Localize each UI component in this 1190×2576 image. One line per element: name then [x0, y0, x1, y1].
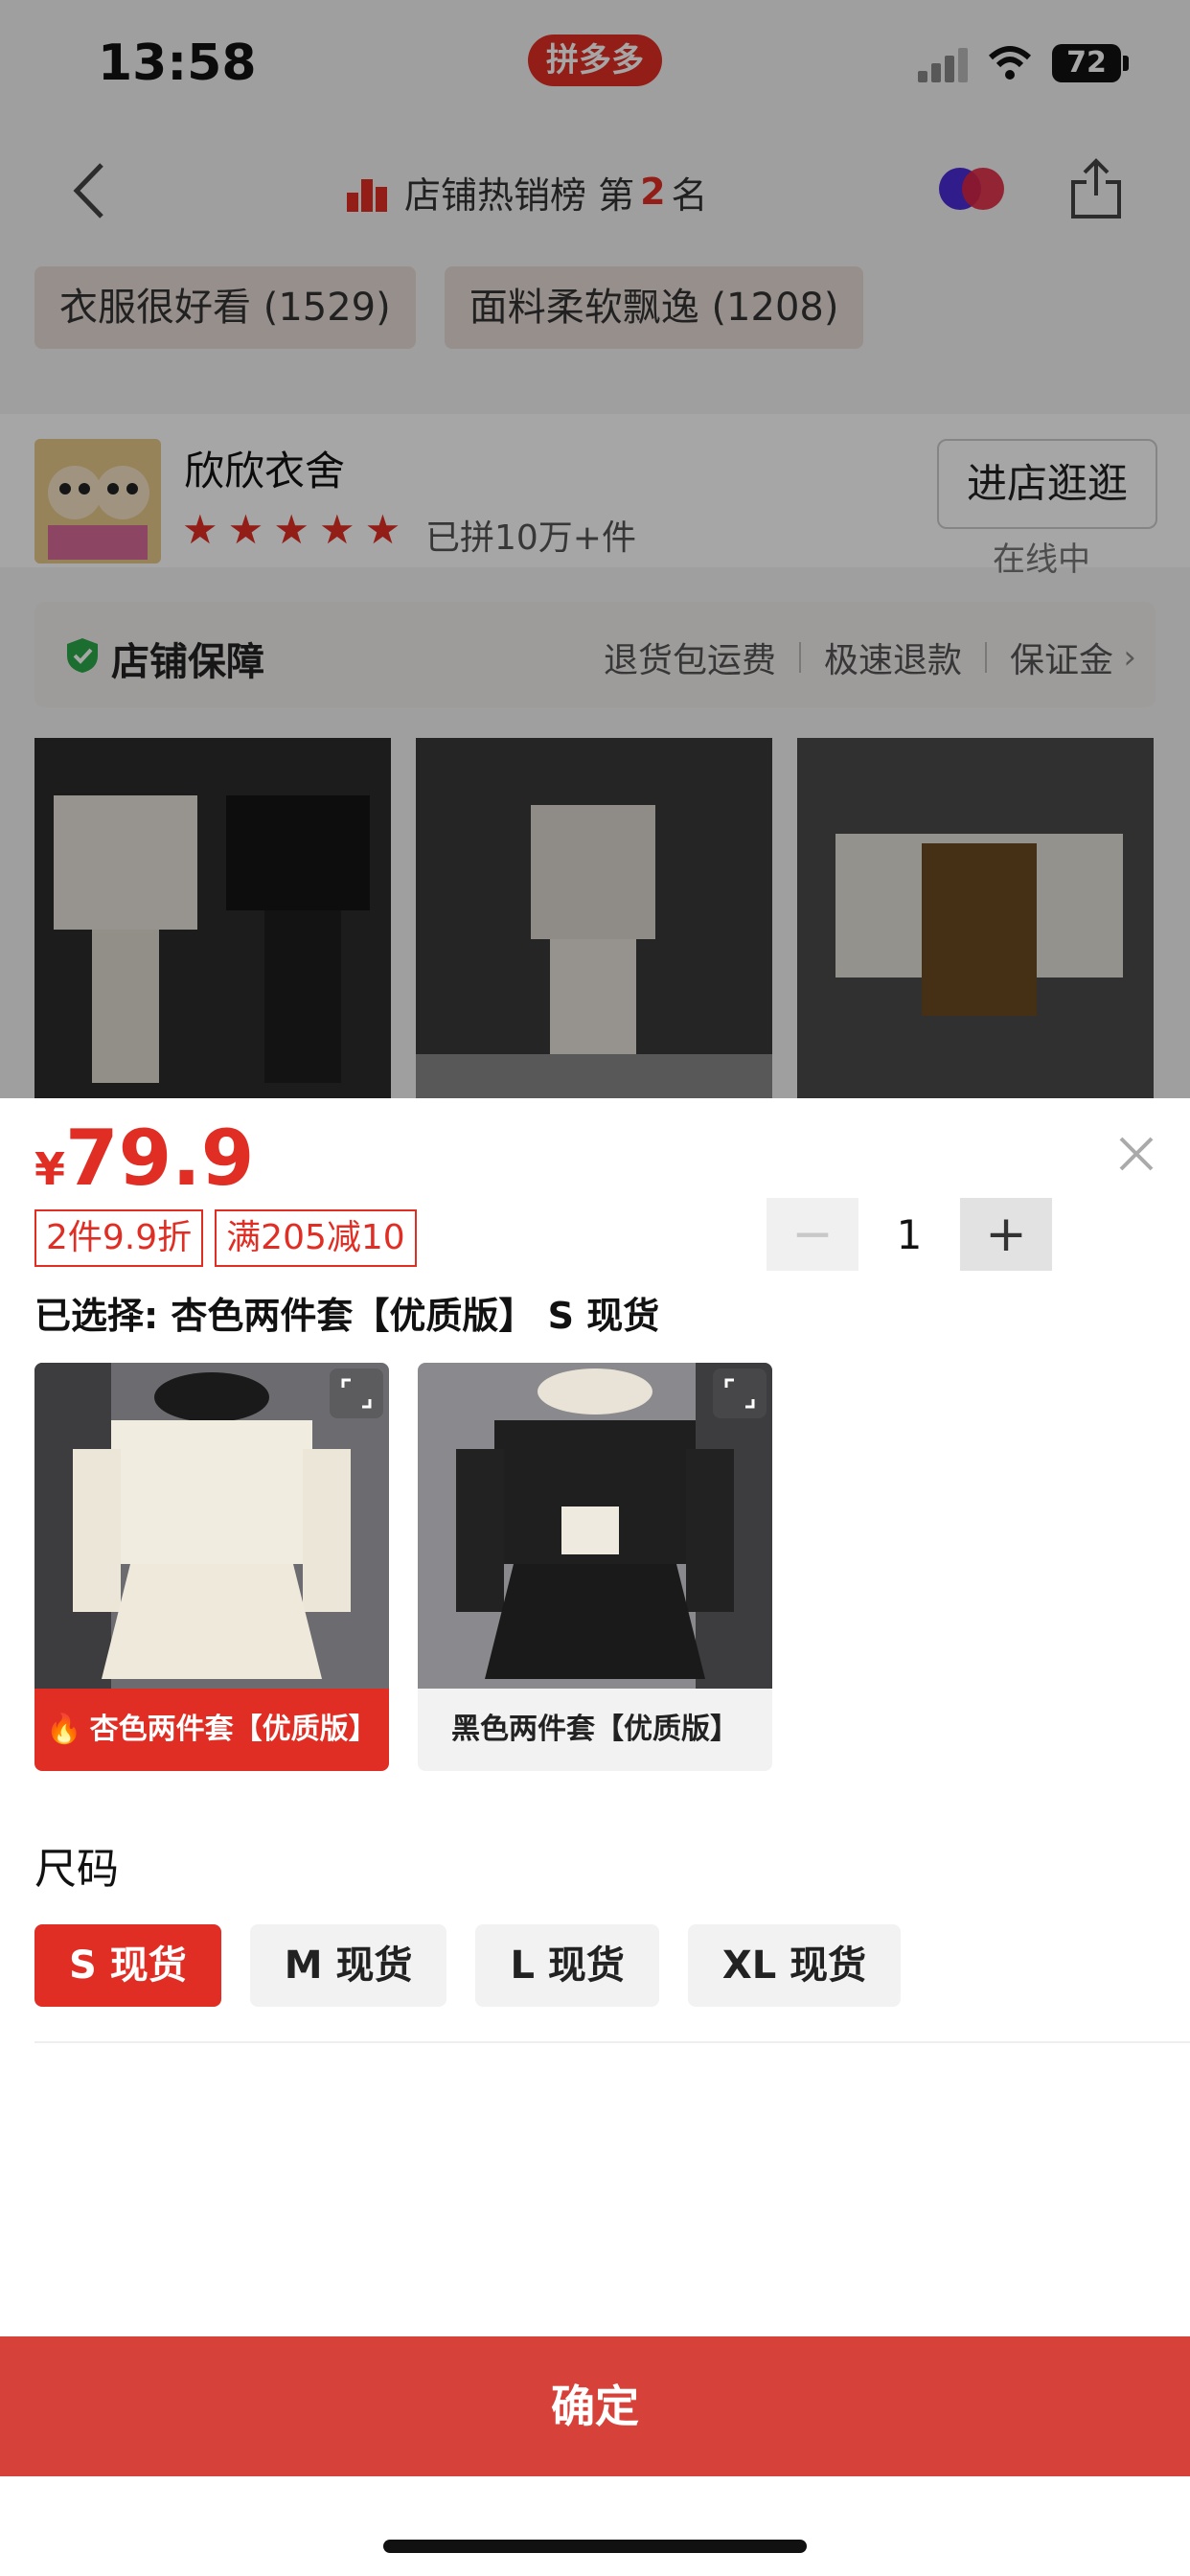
quantity-stepper: − 1 +: [767, 1198, 1052, 1271]
decrease-button[interactable]: −: [767, 1198, 858, 1271]
quantity-value[interactable]: 1: [858, 1211, 960, 1258]
sku-selector-sheet: ¥79.9 2件9.9折 满205减10 − 1 + 已选择: 杏色两件套【优质…: [0, 1098, 1190, 2576]
divider: [34, 2041, 1190, 2043]
price: ¥79.9: [34, 1114, 254, 1203]
confirm-button[interactable]: 确定: [0, 2336, 1190, 2476]
close-icon[interactable]: [1115, 1133, 1157, 1175]
size-title: 尺码: [34, 1845, 119, 1894]
increase-button[interactable]: +: [960, 1198, 1052, 1271]
promo-tags: 2件9.9折 满205减10: [34, 1209, 417, 1267]
expand-icon[interactable]: [713, 1368, 767, 1418]
promo-tag: 满205减10: [215, 1209, 417, 1267]
size-option-s[interactable]: S 现货: [34, 1924, 221, 2007]
currency-symbol: ¥: [34, 1143, 66, 1195]
home-indicator[interactable]: [383, 2540, 807, 2553]
variant-label-text: 黑色两件套【优质版】: [451, 1713, 739, 1746]
selected-summary: 已选择: 杏色两件套【优质版】 S 现货: [34, 1295, 660, 1337]
variant-apricot[interactable]: 🔥 杏色两件套【优质版】: [34, 1363, 389, 1771]
size-option-l[interactable]: L 现货: [475, 1924, 659, 2007]
variant-label: 黑色两件套【优质版】: [418, 1689, 772, 1771]
promo-tag: 2件9.9折: [34, 1209, 204, 1267]
size-option-xl[interactable]: XL 现货: [687, 1924, 902, 2007]
overlay-dim[interactable]: [0, 0, 1190, 1098]
expand-icon[interactable]: [330, 1368, 383, 1418]
fire-icon: 🔥: [46, 1713, 82, 1746]
variant-label: 🔥 杏色两件套【优质版】: [34, 1689, 389, 1771]
background-page: 13:58 拼多多 72 店铺热销榜 第 2 名 衣服很好看 (1529) 面料…: [0, 0, 1190, 1098]
price-amount: 79.9: [65, 1114, 255, 1203]
size-option-m[interactable]: M 现货: [249, 1924, 447, 2007]
variant-black[interactable]: 黑色两件套【优质版】: [418, 1363, 772, 1771]
color-variants: 🔥 杏色两件套【优质版】 黑色两件套【优质版】: [34, 1363, 772, 1771]
variant-label-text: 杏色两件套【优质版】: [89, 1713, 378, 1746]
size-options: S 现货 M 现货 L 现货 XL 现货: [34, 1924, 902, 2007]
